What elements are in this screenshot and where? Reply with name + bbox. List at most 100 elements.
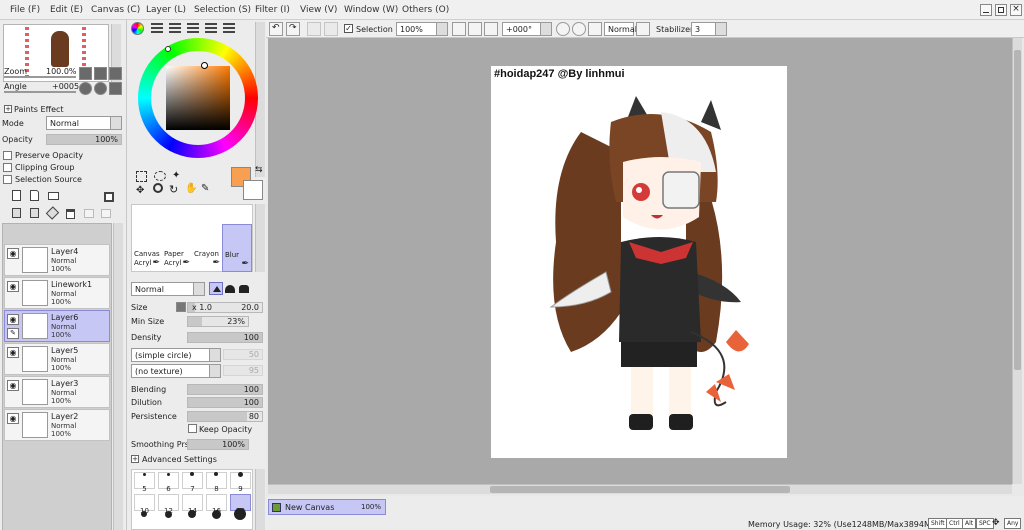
layer-list-scrollbar[interactable] — [113, 223, 123, 530]
selection-checkbox[interactable]: ✓ — [344, 24, 353, 33]
brush-texture-select[interactable]: (no texture) — [131, 364, 221, 378]
redo-icon[interactable]: ↷ — [286, 22, 300, 36]
view-blend-select[interactable]: Normal — [604, 22, 637, 36]
minimize-icon[interactable] — [980, 4, 992, 16]
magic-wand-icon[interactable]: ✦ — [172, 170, 183, 182]
tool-palette-scrollbar[interactable] — [255, 204, 265, 272]
color-picker-handle[interactable] — [201, 62, 208, 69]
color-wheel[interactable] — [138, 38, 258, 158]
menu-canvas[interactable]: Canvas (C) — [91, 5, 140, 15]
brush-blend-select[interactable]: Normal — [131, 282, 205, 296]
zoom-select[interactable]: 100% — [396, 22, 448, 36]
layer-row[interactable]: ◉ Layer4 Normal 100% — [4, 244, 110, 276]
hsv-slider-mode-icon[interactable] — [169, 23, 181, 34]
layer-row[interactable]: ◉ ✎ Layer6 Normal 100% — [4, 310, 110, 342]
brush-size-cell[interactable]: 10 — [134, 494, 155, 515]
clear-layer-icon[interactable] — [45, 206, 60, 220]
min-size-slider[interactable]: 23% — [187, 316, 249, 327]
brush-shape-select[interactable]: (simple circle) — [131, 348, 221, 362]
selection-source-checkbox[interactable] — [3, 175, 12, 184]
rgb-slider-mode-icon[interactable] — [151, 23, 163, 34]
brush-size-cell[interactable]: 14 — [182, 494, 203, 515]
zoom-reset-button[interactable] — [109, 67, 122, 80]
layer-row[interactable]: ◉ Layer5 Normal 100% — [4, 343, 110, 375]
canvas-horizontal-thumb[interactable] — [490, 486, 790, 493]
zoom-in-button[interactable] — [94, 67, 107, 80]
new-linework-layer-icon[interactable] — [30, 190, 39, 201]
preserve-opacity-checkbox[interactable] — [3, 151, 12, 160]
swatch-mode-icon[interactable] — [187, 23, 199, 34]
clipping-group-checkbox[interactable] — [3, 163, 12, 172]
layer-mask-icon[interactable] — [104, 192, 114, 202]
flip-view-button[interactable] — [636, 22, 650, 36]
tool-slot[interactable]: Crayon ✒ — [192, 224, 222, 272]
menu-filter[interactable]: Filter (I) — [255, 5, 290, 15]
persistence-slider[interactable]: 80 — [187, 411, 263, 422]
undo-icon[interactable]: ↶ — [269, 22, 283, 36]
menu-selection[interactable]: Selection (S) — [194, 5, 251, 15]
eye-icon[interactable]: ◉ — [7, 314, 19, 325]
brush-size-cell[interactable]: 16 — [206, 494, 227, 515]
merge-down-icon[interactable] — [30, 208, 39, 218]
saturation-value-square[interactable] — [166, 66, 230, 130]
rotate-left-button[interactable] — [79, 82, 92, 95]
new-layer-icon[interactable] — [12, 190, 21, 201]
secondary-color-swatch[interactable] — [243, 180, 263, 200]
new-folder-icon[interactable] — [48, 192, 59, 200]
stabilizer-select[interactable]: 3 — [691, 22, 727, 36]
brush-size-scrollbar[interactable] — [255, 469, 265, 530]
smoothing-slider[interactable]: 100% — [187, 439, 249, 450]
menu-others[interactable]: Others (O) — [402, 5, 449, 15]
tool-slot[interactable]: Blur ✒ — [222, 224, 252, 272]
rotate-tool-icon[interactable]: ↻ — [169, 183, 178, 196]
menu-edit[interactable]: Edit (E) — [50, 5, 83, 15]
menu-window[interactable]: Window (W) — [344, 5, 398, 15]
pencil-icon[interactable]: ✎ — [7, 328, 19, 339]
plus-icon[interactable]: + — [131, 455, 139, 463]
eye-icon[interactable]: ◉ — [7, 281, 19, 292]
brush-shape-soft-icon[interactable] — [239, 285, 249, 293]
angle-slider[interactable] — [4, 91, 76, 93]
canvas-viewport[interactable]: #hoidap247 @By linhmui — [268, 38, 1012, 484]
density-slider[interactable]: 100 — [187, 332, 263, 343]
brush-size-cell[interactable]: 12 — [158, 494, 179, 515]
zoom-out-button[interactable] — [79, 67, 92, 80]
toolbar-zoom-out-button[interactable] — [452, 22, 466, 36]
eye-icon[interactable]: ◉ — [7, 347, 19, 358]
plus-icon[interactable]: + — [4, 105, 12, 113]
eye-icon[interactable]: ◉ — [7, 380, 19, 391]
angle-select[interactable]: +000° — [502, 22, 552, 36]
canvas-tab[interactable]: New Canvas 100% — [268, 499, 386, 515]
eye-icon[interactable]: ◉ — [7, 248, 19, 259]
hue-handle[interactable] — [165, 46, 171, 52]
zoom-slider[interactable] — [4, 76, 76, 78]
toolbar-rotate-reset-button[interactable] — [588, 22, 602, 36]
blending-slider[interactable]: 100 — [187, 384, 263, 395]
hand-tool-icon[interactable]: ✋ — [185, 183, 197, 194]
rotate-reset-button[interactable] — [109, 82, 122, 95]
canvas-horizontal-scrollbar[interactable] — [268, 484, 1012, 494]
toolbar-rotate-right-button[interactable] — [572, 22, 586, 36]
trash-icon[interactable] — [66, 209, 75, 219]
dilution-slider[interactable]: 100 — [187, 397, 263, 408]
zoom-tool-icon[interactable] — [153, 183, 163, 193]
advanced-settings-label[interactable]: Advanced Settings — [142, 455, 217, 464]
toolbar-zoom-reset-button[interactable] — [484, 22, 498, 36]
canvas-page[interactable]: #hoidap247 @By linhmui — [491, 66, 787, 458]
menu-layer[interactable]: Layer (L) — [146, 5, 186, 15]
rect-select-icon[interactable] — [136, 171, 147, 182]
tool-slot[interactable]: Paper Acryl ✒ — [162, 224, 192, 272]
layer-row[interactable]: ◉ Layer3 Normal 100% — [4, 376, 110, 408]
size-lock-icon[interactable] — [176, 302, 186, 312]
eye-icon[interactable]: ◉ — [7, 413, 19, 424]
intermediate-color-icon[interactable] — [223, 23, 235, 34]
menu-view[interactable]: View (V) — [300, 5, 337, 15]
layer-row[interactable]: ◉ Layer2 Normal 100% — [4, 409, 110, 441]
keep-opacity-checkbox[interactable] — [188, 424, 197, 433]
toolbar-rotate-left-button[interactable] — [556, 22, 570, 36]
opacity-slider[interactable]: 100% — [46, 134, 122, 145]
canvas-vertical-scrollbar[interactable] — [1012, 38, 1022, 484]
toolbar-zoom-in-button[interactable] — [468, 22, 482, 36]
swap-colors-icon[interactable]: ⇆ — [255, 165, 263, 175]
layer-row[interactable]: ◉ Linework1 Normal 100% — [4, 277, 110, 309]
